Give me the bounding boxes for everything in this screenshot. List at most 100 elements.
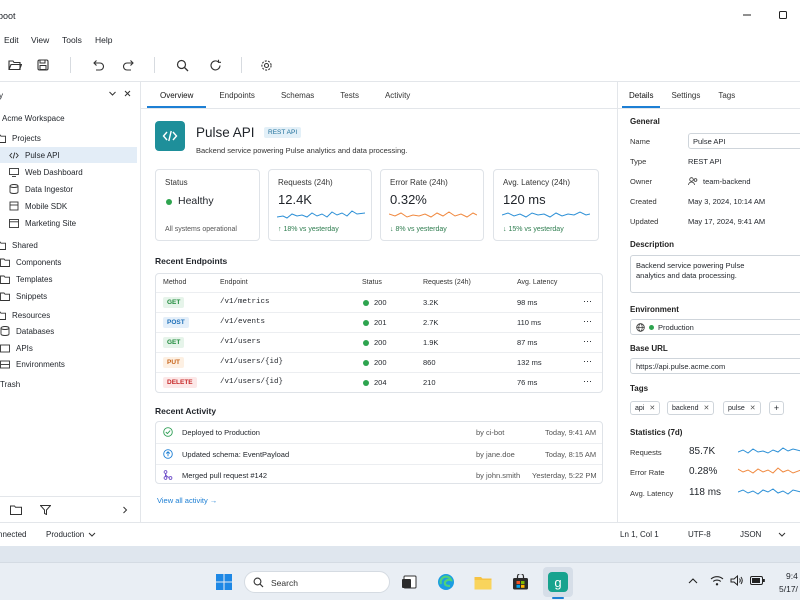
sidebar-item-mobile-sdk[interactable]: Mobile SDK — [9, 198, 67, 214]
table-row[interactable]: POST /v1/events 201 2.7K 110 ms ⋯ — [156, 312, 602, 332]
list-item[interactable]: Merged pull request #142 by john.smith Y… — [156, 464, 602, 485]
file-explorer-icon[interactable] — [472, 571, 494, 593]
sidebar-group-shared[interactable]: Shared — [0, 237, 38, 253]
tab-endpoints[interactable]: Endpoints — [206, 86, 268, 108]
tab-schemas[interactable]: Schemas — [268, 86, 327, 108]
folder-icon[interactable] — [10, 505, 22, 517]
folder-icon — [0, 240, 6, 250]
volume-icon[interactable] — [730, 574, 744, 588]
close-icon[interactable]: ✕ — [703, 404, 709, 412]
tag-chip[interactable]: backend ✕ — [667, 401, 715, 415]
sidebar-group-resources[interactable]: Resources — [0, 307, 50, 323]
chevron-down-icon[interactable] — [108, 89, 117, 100]
sidebar-item-label: Environments — [16, 359, 65, 369]
owner-value: team-backend — [703, 177, 751, 186]
minimize-icon[interactable] — [740, 8, 754, 22]
refresh-icon[interactable] — [205, 55, 225, 75]
clock-time[interactable]: 9:4 — [786, 571, 798, 581]
task-view-icon[interactable] — [398, 571, 420, 593]
endpoint-path: /v1/users — [220, 338, 261, 346]
tab-tags[interactable]: Tags — [711, 86, 742, 108]
close-icon[interactable] — [123, 89, 132, 100]
base-url-field[interactable]: https://api.pulse.acme.com — [630, 358, 800, 374]
search-icon[interactable] — [172, 55, 192, 75]
activity-text: Merged pull request #142 — [182, 471, 268, 480]
undo-icon[interactable] — [88, 55, 108, 75]
menu-tools[interactable]: Tools — [62, 35, 82, 45]
battery-icon[interactable] — [750, 576, 766, 587]
windows-start-icon[interactable] — [213, 571, 235, 593]
list-item[interactable]: Deployed to Production by ci-bot Today, … — [156, 422, 602, 443]
chevron-right-icon[interactable] — [121, 506, 129, 516]
sidebar-workspace[interactable]: Acme Workspace — [2, 110, 65, 126]
store-icon[interactable] — [509, 571, 531, 593]
card-label: Error Rate (24h) — [390, 178, 448, 187]
sidebar-item-trash[interactable]: Trash — [0, 376, 20, 392]
encoding-status[interactable]: UTF-8 — [688, 530, 711, 539]
tab-details[interactable]: Details — [622, 86, 661, 108]
sidebar-item-databases[interactable]: Databases — [0, 323, 54, 339]
base-url-value: https://api.pulse.acme.com — [636, 362, 726, 371]
list-item[interactable]: Updated schema: EventPayload by jane.doe… — [156, 443, 602, 464]
close-icon[interactable]: ✕ — [750, 404, 756, 412]
close-icon[interactable]: ✕ — [649, 404, 655, 412]
sidebar-item-environments[interactable]: Environments — [0, 356, 65, 372]
sidebar-item-templates[interactable]: Templates — [0, 271, 52, 287]
sidebar-group-projects[interactable]: Projects — [0, 130, 41, 146]
maximize-icon[interactable] — [776, 8, 790, 22]
gear-icon[interactable] — [256, 55, 276, 75]
tab-activity[interactable]: Activity — [372, 86, 423, 108]
tab-settings[interactable]: Settings — [660, 86, 711, 108]
save-icon[interactable] — [33, 55, 53, 75]
tab-overview[interactable]: Overview — [147, 86, 207, 108]
main-tabs: Overview Endpoints Schemas Tests Activit… — [147, 86, 423, 108]
requests-sparkline — [277, 210, 365, 219]
more-icon[interactable]: ⋯ — [583, 296, 592, 307]
environment-status[interactable]: Production — [46, 530, 84, 539]
folder-icon — [0, 257, 10, 267]
more-icon[interactable]: ⋯ — [583, 356, 592, 367]
sidebar-item-components[interactable]: Components — [0, 254, 61, 270]
table-row[interactable]: DELETE /v1/users/{id} 204 210 76 ms ⋯ — [156, 372, 602, 392]
app-g-icon[interactable]: g — [547, 571, 569, 593]
more-icon[interactable]: ⋯ — [583, 316, 592, 327]
description-textarea[interactable]: Backend service powering Pulse analytics… — [630, 255, 800, 293]
more-icon[interactable]: ⋯ — [583, 376, 592, 387]
language-mode[interactable]: JSON — [740, 530, 761, 539]
table-row[interactable]: GET /v1/metrics 200 3.2K 98 ms ⋯ — [156, 292, 602, 312]
more-icon[interactable]: ⋯ — [583, 336, 592, 347]
chevron-down-icon[interactable] — [778, 531, 786, 540]
sidebar-item-data-ingestor[interactable]: Data Ingestor — [9, 181, 73, 197]
tag-chip[interactable]: api ✕ — [630, 401, 661, 415]
monitor-icon — [9, 167, 19, 177]
table-row[interactable]: PUT /v1/users/{id} 200 860 132 ms ⋯ — [156, 352, 602, 372]
redo-icon[interactable] — [119, 55, 139, 75]
sidebar-item-snippets[interactable]: Snippets — [0, 288, 47, 304]
add-tag-button[interactable]: + — [769, 401, 784, 415]
sidebar-item-web-dashboard[interactable]: Web Dashboard — [9, 164, 83, 180]
card-value: 120 ms — [503, 192, 546, 207]
menu-help[interactable]: Help — [95, 35, 112, 45]
cursor-position[interactable]: Ln 1, Col 1 — [620, 530, 659, 539]
sidebar-item-pulse-api[interactable]: Pulse API — [0, 147, 137, 163]
sidebar-item-marketing-site[interactable]: Marketing Site — [9, 215, 76, 231]
table-row[interactable]: GET /v1/users 200 1.9K 87 ms ⋯ — [156, 332, 602, 352]
sidebar-item-apis[interactable]: APIs — [0, 340, 33, 356]
clock-date[interactable]: 5/17/ — [779, 584, 798, 594]
tag-chip[interactable]: pulse ✕ — [723, 401, 761, 415]
open-folder-icon[interactable] — [5, 55, 25, 75]
wifi-icon[interactable] — [710, 575, 724, 588]
filter-icon[interactable] — [39, 505, 52, 517]
chevron-down-icon[interactable] — [88, 531, 96, 540]
tab-tests[interactable]: Tests — [327, 86, 372, 108]
menu-edit[interactable]: Edit — [4, 35, 19, 45]
view-all-activity-link[interactable]: View all activity → — [157, 496, 217, 505]
environment-select[interactable]: Production — [630, 319, 800, 335]
chevron-up-icon[interactable] — [688, 577, 698, 587]
name-field[interactable]: Pulse API — [688, 133, 800, 149]
edge-browser-icon[interactable] — [435, 571, 457, 593]
environment-heading: Environment — [630, 305, 679, 314]
menu-view[interactable]: View — [31, 35, 49, 45]
latency-stat-sparkline — [738, 488, 800, 495]
taskbar-search-box[interactable]: Search — [244, 571, 390, 593]
